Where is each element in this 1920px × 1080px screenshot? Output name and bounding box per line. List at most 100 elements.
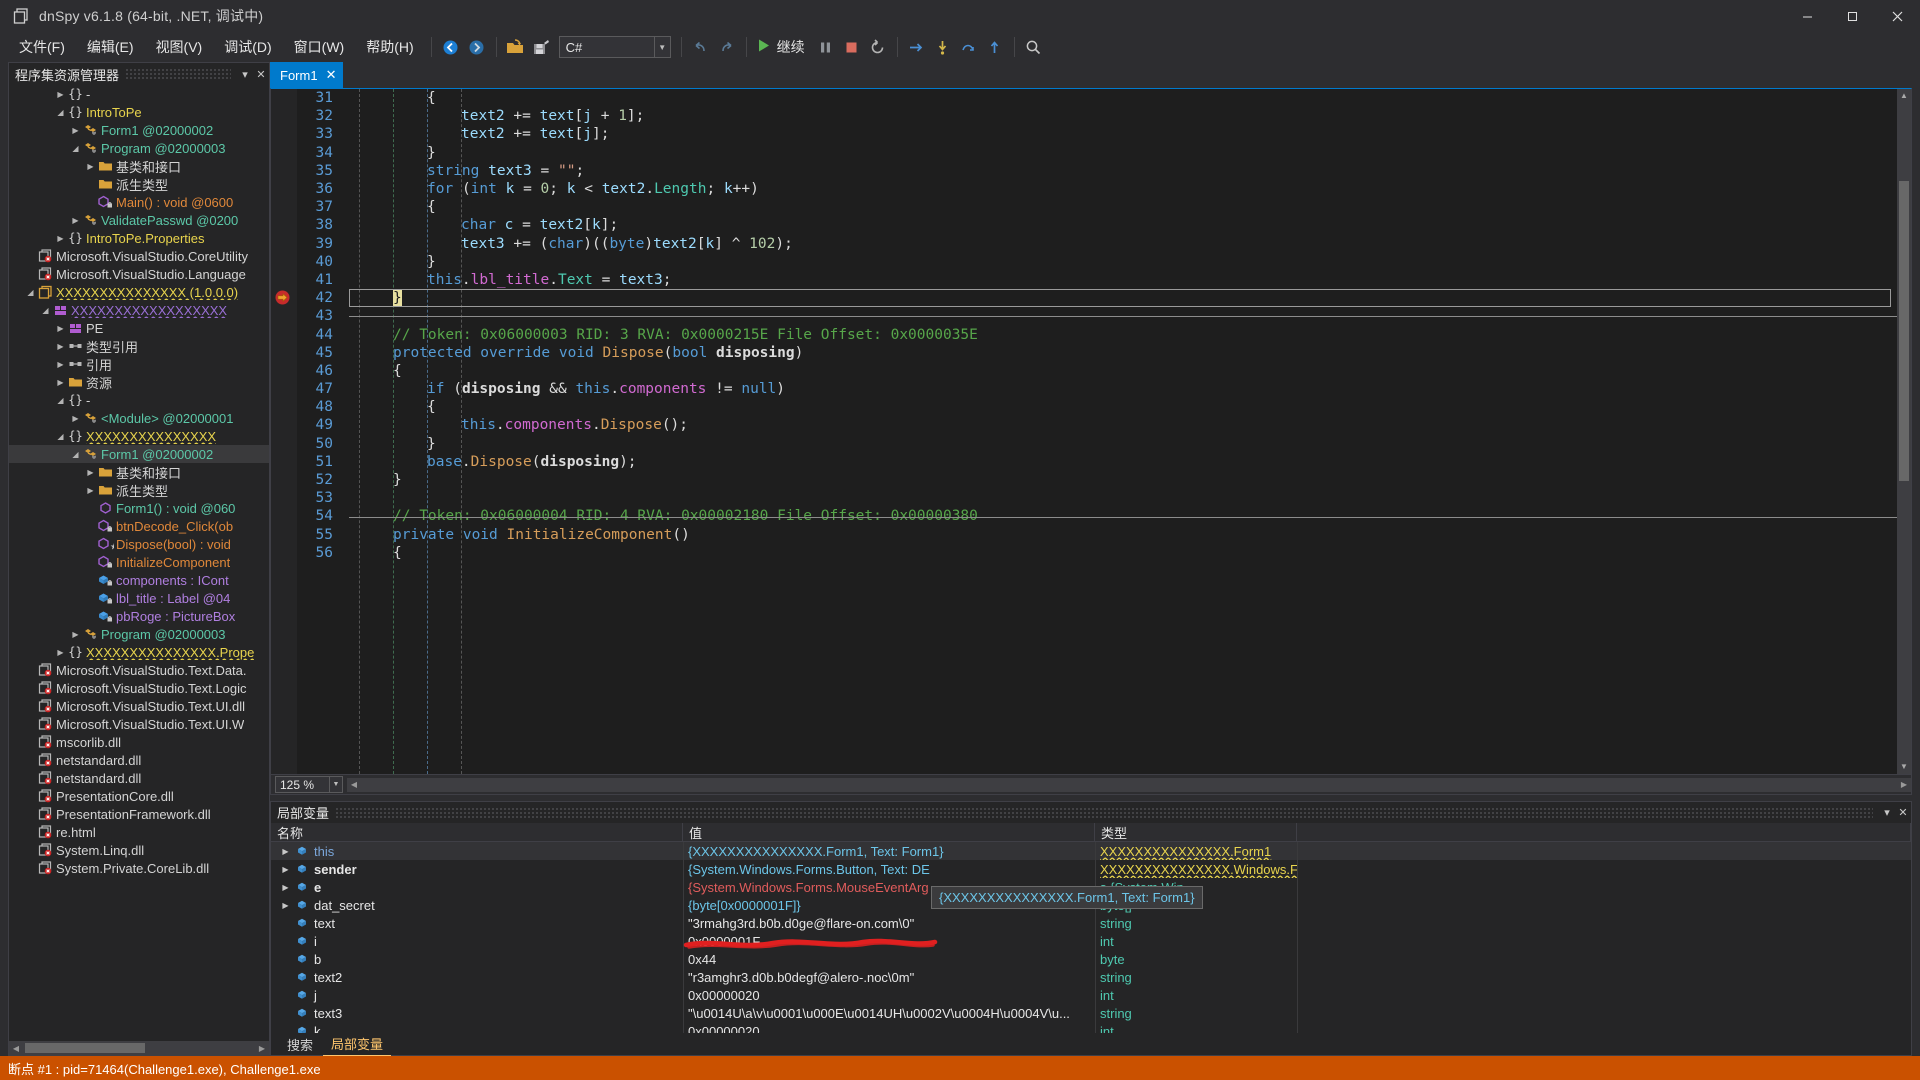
code-line[interactable]: 35string text3 = "";	[297, 162, 1897, 180]
zoom-chevron-down-icon[interactable]: ▼	[330, 776, 343, 793]
tree-expander-closed[interactable]: ▶	[54, 378, 67, 387]
close-button[interactable]	[1875, 0, 1920, 32]
tree-node[interactable]: Microsoft.VisualStudio.Text.UI.dll	[9, 697, 269, 715]
tree-expander-open[interactable]: ◢	[69, 144, 82, 153]
table-row[interactable]: b0x44byte	[271, 950, 1911, 968]
code-line[interactable]: 56{	[297, 544, 1897, 562]
table-row[interactable]: text3"\u0014U\a\v\u0001\u000E\u0014UH\u0…	[271, 1004, 1911, 1022]
tree-node[interactable]: ◢{}IntroToPe	[9, 103, 269, 121]
column-header-name[interactable]: 名称	[271, 823, 683, 841]
code-text-area[interactable]: 31{32text2 += text[j + 1];33text2 += tex…	[297, 89, 1897, 774]
tree-node[interactable]: ◢XXXXXXXXXXXXXXXXXX	[9, 301, 269, 319]
tree-node[interactable]: 派生类型	[9, 175, 269, 193]
tree-expander-open[interactable]: ◢	[54, 432, 67, 441]
vscroll-thumb[interactable]	[1899, 181, 1909, 481]
tree-node[interactable]: ◢Program @02000003	[9, 139, 269, 157]
tree-expander-closed[interactable]: ▶	[69, 216, 82, 225]
step-over-icon[interactable]	[904, 35, 930, 59]
assembly-tree[interactable]: ▶{}-◢{}IntroToPe▶Form1 @02000002◢Program…	[9, 85, 269, 1041]
tree-expander-closed[interactable]: ▶	[84, 486, 97, 495]
tree-node[interactable]: Microsoft.VisualStudio.Text.Logic	[9, 679, 269, 697]
code-line[interactable]: 52}	[297, 471, 1897, 489]
language-combo[interactable]: C# ▼	[559, 36, 671, 58]
tree-expander-closed[interactable]: ▶	[84, 468, 97, 477]
undo-icon[interactable]	[688, 35, 714, 59]
open-folder-icon[interactable]	[503, 35, 529, 59]
tree-node[interactable]: Microsoft.VisualStudio.Text.UI.W	[9, 715, 269, 733]
tree-expander-closed[interactable]: ▶	[69, 126, 82, 135]
table-row[interactable]: text"3rmahg3rd.b0b.d0ge@flare-on.com\0"s…	[271, 914, 1911, 932]
tree-node[interactable]: ▶{}XXXXXXXXXXXXXXX.Prope	[9, 643, 269, 661]
tree-node[interactable]: ▶引用	[9, 355, 269, 373]
locals-cell-value[interactable]: {System.Windows.Forms.Button, Text: DE	[683, 860, 1095, 878]
tree-expander-closed[interactable]: ▶	[84, 162, 97, 171]
tree-node[interactable]: ▶{}IntroToPe.Properties	[9, 229, 269, 247]
tree-expander-closed[interactable]: ▶	[69, 630, 82, 639]
table-row[interactable]: text2"r3amghr3.d0b.b0degf@alero-.noc\0m"…	[271, 968, 1911, 986]
code-line[interactable]: 55private void InitializeComponent()	[297, 526, 1897, 544]
code-line[interactable]: 46{	[297, 362, 1897, 380]
tree-node[interactable]: Microsoft.VisualStudio.CoreUtility	[9, 247, 269, 265]
code-line[interactable]: 39text3 += (char)((byte)text2[k] ^ 102);	[297, 235, 1897, 253]
tree-expander-open[interactable]: ◢	[39, 306, 52, 315]
tree-node[interactable]: ▶ValidatePasswd @0200	[9, 211, 269, 229]
tree-node[interactable]: System.Linq.dll	[9, 841, 269, 859]
locals-cell-value[interactable]: "3rmahg3rd.b0b.d0ge@flare-on.com\0"	[683, 914, 1095, 932]
tree-node[interactable]: ◢{}XXXXXXXXXXXXXXX	[9, 427, 269, 445]
code-line[interactable]: 40}	[297, 253, 1897, 271]
tree-node[interactable]: netstandard.dll	[9, 769, 269, 787]
code-line[interactable]: 49this.components.Dispose();	[297, 416, 1897, 434]
tree-expander-open[interactable]: ◢	[54, 396, 67, 405]
scroll-down-icon[interactable]: ▼	[1897, 760, 1911, 774]
tree-node[interactable]: re.html	[9, 823, 269, 841]
code-line[interactable]: 34}	[297, 144, 1897, 162]
menu-edit[interactable]: 编辑(E)	[76, 33, 145, 61]
zoom-level[interactable]: 125 %	[275, 776, 330, 793]
code-line[interactable]: 31{	[297, 89, 1897, 107]
tree-node[interactable]: ◢{}-	[9, 391, 269, 409]
tree-node[interactable]: ▶Form1 @02000002	[9, 121, 269, 139]
locals-drag-handle[interactable]	[335, 807, 1873, 819]
menu-help[interactable]: 帮助(H)	[355, 33, 424, 61]
tree-node[interactable]: Main() : void @0600	[9, 193, 269, 211]
tree-node[interactable]: ▶类型引用	[9, 337, 269, 355]
tree-node[interactable]: mscorlib.dll	[9, 733, 269, 751]
column-header-value[interactable]: 值	[683, 823, 1095, 841]
editor-hscrollbar[interactable]: ◀ ▶	[347, 778, 1911, 792]
tree-node[interactable]: ▶资源	[9, 373, 269, 391]
step-over-line-icon[interactable]	[956, 35, 982, 59]
table-row[interactable]: j0x00000020int	[271, 986, 1911, 1004]
table-row[interactable]: ▶sender{System.Windows.Forms.Button, Tex…	[271, 860, 1911, 878]
row-expander-icon[interactable]: ▶	[279, 847, 292, 856]
row-expander-icon[interactable]: ▶	[279, 901, 292, 910]
locals-close-icon[interactable]: ✕	[1895, 806, 1911, 819]
table-row[interactable]: k0x00000020int	[271, 1022, 1911, 1033]
restart-icon[interactable]	[865, 35, 891, 59]
tree-expander-closed[interactable]: ▶	[54, 342, 67, 351]
tree-node[interactable]: ▶<Module> @02000001	[9, 409, 269, 427]
tree-node[interactable]: Microsoft.VisualStudio.Language	[9, 265, 269, 283]
tree-expander-open[interactable]: ◢	[24, 288, 37, 297]
tree-node[interactable]: ▶Program @02000003	[9, 625, 269, 643]
code-line[interactable]: 32text2 += text[j + 1];	[297, 107, 1897, 125]
tree-node[interactable]: ▶{}-	[9, 85, 269, 103]
tree-expander-closed[interactable]: ▶	[54, 648, 67, 657]
tab-search[interactable]: 搜索	[279, 1033, 321, 1056]
tree-node[interactable]: Microsoft.VisualStudio.Text.Data.	[9, 661, 269, 679]
assembly-tree-hscrollbar[interactable]: ◀ ▶	[9, 1041, 269, 1055]
tree-node[interactable]: netstandard.dll	[9, 751, 269, 769]
tree-node[interactable]: btnDecode_Click(ob	[9, 517, 269, 535]
search-icon[interactable]	[1021, 35, 1047, 59]
scroll-left-icon[interactable]: ◀	[9, 1044, 23, 1053]
tree-expander-closed[interactable]: ▶	[54, 360, 67, 369]
glyph-margin[interactable]	[271, 89, 297, 774]
tree-expander-closed[interactable]: ▶	[54, 324, 67, 333]
menu-window[interactable]: 窗口(W)	[283, 33, 356, 61]
row-expander-icon[interactable]: ▶	[279, 865, 292, 874]
tree-expander-closed[interactable]: ▶	[69, 414, 82, 423]
panel-close-icon[interactable]: ✕	[253, 68, 269, 81]
tree-node[interactable]: Form1() : void @060	[9, 499, 269, 517]
hscroll-right-icon[interactable]: ▶	[1897, 780, 1911, 789]
code-line[interactable]: 48{	[297, 398, 1897, 416]
table-row[interactable]: ▶this{XXXXXXXXXXXXXXX.Form1, Text: Form1…	[271, 842, 1911, 860]
